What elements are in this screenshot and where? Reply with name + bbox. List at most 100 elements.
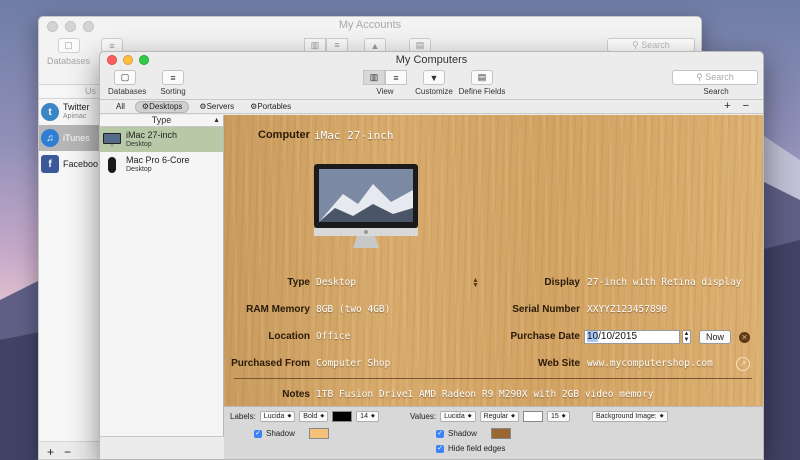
labels-size-popup[interactable]: 14 ◆	[356, 411, 379, 422]
accounts-search-input[interactable]: ⚲ Search	[607, 38, 695, 52]
computers-titlebar: My Computers	[100, 52, 763, 68]
list-item[interactable]: Mac Pro 6-Core Desktop	[100, 152, 223, 177]
location-value[interactable]: Office	[316, 331, 350, 342]
filter-desktops[interactable]: ⚙Desktops	[134, 100, 190, 113]
add-button[interactable]: +	[47, 445, 54, 459]
accounts-list-header: Us	[39, 85, 100, 99]
accounts-databases-tool[interactable]: ▢ Databases	[47, 38, 90, 66]
list-item[interactable]: f Faceboo	[39, 151, 100, 177]
define-fields-tool[interactable]: ▤ Define Fields	[458, 70, 506, 96]
accounts-databases-label: Databases	[47, 56, 91, 66]
main-toolbar: ▢ Databases ≡ Sorting ▥ ≡ View ▼ Customi…	[100, 68, 763, 100]
list-column-header[interactable]: Type ▲	[100, 115, 223, 127]
list-item[interactable]: ♫ iTunes	[39, 125, 100, 151]
values-color-well[interactable]	[522, 411, 543, 422]
values-style-popup[interactable]: Regular ◆	[479, 411, 519, 422]
list-item-name: iMac 27-inch	[126, 129, 178, 140]
chevron-updown-icon: ◆	[659, 413, 664, 419]
now-button[interactable]: Now	[699, 330, 731, 344]
zoom-button[interactable]	[139, 55, 149, 65]
computer-value[interactable]: iMac 27-inch	[314, 129, 393, 142]
notes-value[interactable]: 1TB Fusion Drive1 AMD Radeon R9 M290X wi…	[316, 389, 653, 400]
filter-all[interactable]: All	[110, 101, 131, 113]
close-button[interactable]	[47, 21, 58, 32]
purchase-date-rest: /10/2015	[598, 331, 638, 342]
labels-font-popup[interactable]: Lucida ◆	[259, 411, 296, 422]
customize-icon: ▼	[423, 70, 445, 85]
labels-shadow-row: ✓ Shadow	[254, 428, 329, 439]
content-area: Type ▲ iMac 27-inch Desktop Mac Pro 6-Cor…	[100, 115, 763, 459]
labels-shadow-checkbox[interactable]: ✓	[254, 429, 262, 438]
filter-bar: All ⚙Desktops ⚙Servers ⚙Portables + −	[100, 100, 763, 114]
ram-label: RAM Memory	[246, 304, 310, 315]
chevron-updown-icon: ◆	[287, 413, 292, 419]
values-shadow-color-well[interactable]	[490, 428, 511, 439]
accounts-bottom-bar: + −	[39, 441, 101, 459]
computer-image	[314, 164, 418, 248]
gear-icon: ⚙	[199, 101, 207, 111]
gear-icon: ⚙	[141, 101, 150, 111]
popup-arrows-icon[interactable]: ▲ ▼	[472, 277, 479, 289]
add-filter-button[interactable]: +	[724, 100, 730, 113]
close-button[interactable]	[107, 55, 117, 65]
filter-portables[interactable]: ⚙Portables	[244, 101, 297, 113]
databases-tool[interactable]: ▢ Databases	[108, 70, 146, 96]
search-icon: ⚲	[632, 40, 639, 50]
list-item-type: Desktop	[126, 165, 152, 173]
chevron-updown-icon: ◆	[320, 413, 325, 419]
labels-shadow-label: Shadow	[266, 429, 295, 438]
labels-shadow-color-well[interactable]	[308, 428, 329, 439]
accounts-titlebar: My Accounts	[39, 17, 701, 35]
accounts-view-segment[interactable]: ▥ ≡	[304, 38, 348, 52]
type-value[interactable]: Desktop	[316, 277, 356, 288]
values-font-popup[interactable]: Lucida ◆	[440, 411, 476, 422]
purchased-from-value[interactable]: Computer Shop	[316, 358, 390, 369]
columns-icon[interactable]: ▥	[304, 38, 326, 52]
website-value[interactable]: www.mycomputershop.com	[587, 358, 713, 369]
customize-tool[interactable]: ▼ Customize	[414, 70, 454, 96]
labels-style-popup[interactable]: Bold ◆	[299, 411, 329, 422]
columns-view-icon[interactable]: ▥	[363, 70, 385, 85]
zoom-button[interactable]	[83, 21, 94, 32]
background-image-popup[interactable]: Background Image: ◆	[592, 411, 668, 422]
labels-format-row: Labels: Lucida ◆ Bold ◆ 14 ◆	[230, 411, 379, 422]
format-bar: Labels: Lucida ◆ Bold ◆ 14 ◆ ✓ Shadow Value…	[224, 406, 763, 459]
detail-panel: Computer iMac 27-inch Type Desktop ▲ ▼ RA…	[224, 115, 763, 459]
window-title: My Computers	[395, 54, 468, 66]
sorting-tool[interactable]: ≡ Sorting	[158, 70, 188, 96]
serial-label: Serial Number	[512, 304, 580, 315]
remove-filter-button[interactable]: −	[743, 100, 749, 113]
values-format-row: Values: Lucida ◆ Regular ◆ 15 ◆	[410, 411, 570, 422]
display-label: Display	[544, 277, 580, 288]
ram-value[interactable]: 8GB (two 4GB)	[316, 304, 390, 315]
values-shadow-checkbox[interactable]: ✓	[436, 429, 444, 438]
window-controls	[47, 21, 94, 32]
chevron-updown-icon: ◆	[370, 413, 375, 419]
list-item-name: Mac Pro 6-Core	[126, 154, 190, 165]
display-value[interactable]: 27-inch with Retina display	[587, 277, 741, 288]
date-stepper[interactable]: ▲ ▼	[682, 330, 691, 344]
open-link-icon[interactable]: ↗	[736, 357, 750, 371]
clear-icon[interactable]: ✕	[739, 332, 750, 343]
hide-edges-checkbox[interactable]: ✓	[436, 444, 444, 453]
minimize-button[interactable]	[65, 21, 76, 32]
list-view-icon[interactable]: ≡	[326, 38, 348, 52]
labels-color-well[interactable]	[332, 411, 353, 422]
labels-format-title: Labels:	[230, 412, 256, 421]
purchase-date-field[interactable]: 10/10/2015	[584, 330, 680, 344]
window-controls	[107, 55, 149, 65]
values-size-popup[interactable]: 15 ◆	[546, 411, 570, 422]
search-input[interactable]: ⚲ Search	[672, 70, 758, 85]
list-item[interactable]: t Twitter Apimac	[39, 99, 100, 125]
list-item[interactable]: iMac 27-inch Desktop	[100, 127, 223, 152]
serial-value[interactable]: XXYYZ123457890	[587, 304, 667, 315]
list-bottom-bar	[100, 436, 224, 459]
minimize-button[interactable]	[123, 55, 133, 65]
list-view-icon[interactable]: ≡	[385, 70, 407, 85]
filter-add-remove: + −	[724, 100, 749, 113]
remove-button[interactable]: −	[64, 445, 71, 459]
facebook-icon: f	[41, 155, 59, 173]
filter-servers[interactable]: ⚙Servers	[193, 101, 240, 113]
twitter-icon: t	[41, 103, 59, 121]
search-label: Search	[703, 87, 729, 96]
